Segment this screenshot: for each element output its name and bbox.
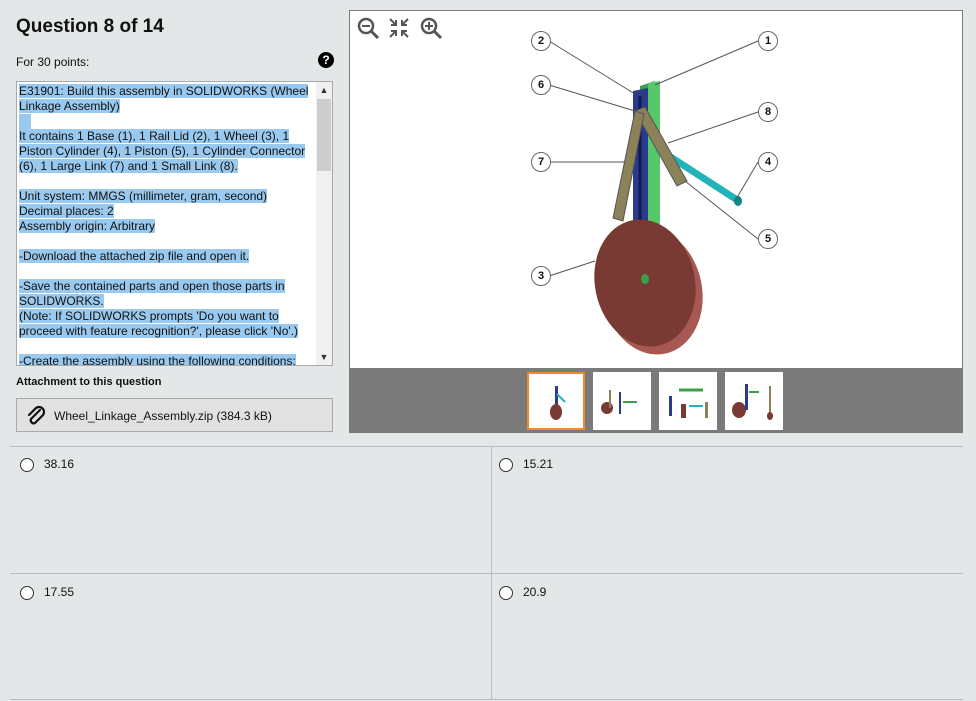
callout-4: 4: [758, 152, 778, 172]
answer-value: 38.16: [44, 457, 75, 471]
thumbnail-2[interactable]: [593, 372, 651, 430]
answer-option-2[interactable]: 15.21: [489, 447, 965, 573]
scroll-down-icon[interactable]: ▼: [316, 349, 332, 365]
thumbnail-1[interactable]: [527, 372, 585, 430]
callout-3: 3: [531, 266, 551, 286]
assembly-drawing: [548, 40, 759, 355]
thumbnail-4[interactable]: [725, 372, 783, 430]
answer-value: 20.9: [523, 585, 547, 599]
description-scrollbar[interactable]: ▲ ▼: [316, 82, 332, 365]
image-viewer: 2 1 6 8 7 4 5 3: [349, 10, 963, 433]
desc-line: Unit system: MMGS (millimeter, gram, sec…: [19, 189, 268, 203]
description-text: E31901: Build this assembly in SOLIDWORK…: [19, 84, 315, 366]
description-box[interactable]: E31901: Build this assembly in SOLIDWORK…: [16, 81, 333, 366]
desc-line: -Create the assembly using the following…: [19, 354, 296, 366]
answer-option-1[interactable]: 38.16: [10, 447, 486, 573]
attachment-label: Attachment to this question: [16, 376, 162, 388]
callout-5: 5: [758, 229, 778, 249]
desc-line: E31901: Build this assembly in SOLIDWORK…: [19, 84, 309, 113]
assembly-image: 2 1 6 8 7 4 5 3: [350, 11, 962, 368]
help-icon[interactable]: ?: [318, 52, 334, 68]
answer-grid: 38.16 15.21 17.55 20.9: [10, 446, 963, 699]
answer-radio[interactable]: [20, 458, 34, 472]
desc-line: Assembly origin: Arbitrary: [19, 219, 156, 233]
scroll-up-icon[interactable]: ▲: [316, 82, 332, 98]
answer-value: 17.55: [44, 585, 75, 599]
desc-line: -Save the contained parts and open those…: [19, 279, 285, 308]
callout-2: 2: [531, 31, 551, 51]
answer-option-3[interactable]: 17.55: [10, 575, 486, 701]
paperclip-icon: [25, 405, 47, 430]
callout-7: 7: [531, 152, 551, 172]
scroll-thumb[interactable]: [317, 99, 331, 171]
thumbnail-3[interactable]: [659, 372, 717, 430]
answer-radio[interactable]: [499, 586, 513, 600]
attachment-button[interactable]: Wheel_Linkage_Assembly.zip (384.3 kB): [16, 398, 333, 432]
question-title: Question 8 of 14: [16, 16, 164, 37]
answer-radio[interactable]: [499, 458, 513, 472]
answer-radio[interactable]: [20, 586, 34, 600]
callout-1: 1: [758, 31, 778, 51]
attachment-filename: Wheel_Linkage_Assembly.zip (384.3 kB): [54, 409, 272, 423]
answer-value: 15.21: [523, 457, 554, 471]
desc-line: -Download the attached zip file and open…: [19, 249, 250, 263]
callout-8: 8: [758, 102, 778, 122]
desc-line: It contains 1 Base (1), 1 Rail Lid (2), …: [19, 129, 306, 173]
answer-option-4[interactable]: 20.9: [489, 575, 965, 701]
desc-line: Decimal places: 2: [19, 204, 114, 218]
callout-6: 6: [531, 75, 551, 95]
desc-line: (Note: If SOLIDWORKS prompts 'Do you wan…: [19, 309, 299, 338]
question-points: For 30 points:: [16, 55, 90, 69]
